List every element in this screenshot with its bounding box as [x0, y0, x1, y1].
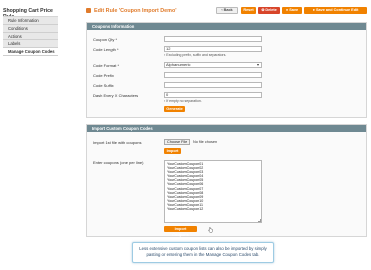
save-and-continue-button[interactable]: ●Save and Continue Edit	[304, 7, 367, 14]
import-file-label: Import 1st file with coupons	[93, 140, 142, 145]
hand-cursor-icon	[208, 227, 213, 233]
code-format-select[interactable]: Alphanumeric ▾	[164, 62, 262, 68]
code-format-label: Code Format *	[93, 63, 120, 68]
coupons-textarea[interactable]: YourCustomCoupon01 YourCustomCoupon02 Yo…	[164, 160, 262, 223]
import-coupons-section: Import Custom Coupon Codes Import 1st fi…	[86, 124, 367, 237]
sidebar-item-conditions[interactable]: Conditions	[3, 24, 58, 33]
dash-every-hint: ▪If empty no separation.	[164, 99, 202, 103]
page-header: Edit Rule 'Coupon Import Demo' ‹Back Res…	[86, 3, 367, 18]
save-button[interactable]: ●Save	[282, 7, 302, 14]
coupon-line: YourCustomCoupon12	[167, 207, 204, 212]
sidebar-item-labels[interactable]: Labels	[3, 40, 58, 49]
dash-every-input[interactable]: 0	[164, 92, 262, 98]
code-length-input[interactable]: 12	[164, 46, 262, 52]
chevron-down-icon: ▾	[256, 62, 259, 67]
code-prefix-label: Code Prefix	[93, 73, 114, 78]
coupon-qty-input[interactable]	[164, 36, 262, 42]
page-title: Edit Rule 'Coupon Import Demo'	[94, 8, 177, 14]
code-length-hint: ▪Excluding prefix, suffix and separators…	[164, 53, 226, 57]
sidebar-item-actions[interactable]: Actions	[3, 32, 58, 41]
section-heading: Import Custom Coupon Codes	[87, 125, 366, 132]
save-button-label: Save	[289, 8, 299, 12]
generate-button[interactable]: Generate	[164, 106, 185, 112]
code-length-hint-text: Excluding prefix, suffix and separators.	[166, 53, 227, 57]
delete-icon: ⊗	[261, 8, 265, 12]
file-status: No file chosen	[193, 140, 218, 144]
choose-file-button[interactable]: Choose File	[164, 139, 191, 145]
resize-grip-icon[interactable]	[258, 219, 261, 222]
code-length-label: Code Length *	[93, 47, 119, 52]
dash-every-label: Dash Every X Characters	[93, 93, 139, 98]
coupons-information-section: Coupons Information Coupon Qty * Code Le…	[86, 22, 367, 118]
sidebar: Shopping Cart Price Rule Rule Informatio…	[0, 0, 58, 270]
code-suffix-label: Code Suffix	[93, 83, 114, 88]
save-icon: ●	[312, 8, 315, 12]
page-icon	[86, 8, 91, 13]
reset-button[interactable]: Reset	[241, 7, 256, 14]
sidebar-item-manage-coupon-codes[interactable]: Manage Coupon Codes	[3, 48, 58, 56]
code-suffix-input[interactable]	[164, 82, 262, 88]
back-button[interactable]: ‹Back	[216, 7, 238, 14]
tooltip-line-2: pasting or entering them in the Manage C…	[146, 252, 260, 257]
code-format-value: Alphanumeric	[166, 62, 191, 67]
import-file-button[interactable]: Import File	[164, 148, 181, 159]
enter-coupons-label: Enter coupons (one per line)	[93, 160, 144, 165]
save-and-continue-label: Save and Continue Edit	[315, 8, 359, 12]
arrow-left-icon: ‹	[221, 8, 223, 12]
delete-button-label: Delete	[265, 8, 277, 12]
delete-button[interactable]: ⊗Delete	[258, 7, 280, 14]
save-icon: ●	[285, 8, 289, 12]
back-button-label: Back	[223, 8, 233, 12]
sidebar-nav: Rule Information Conditions Actions Labe…	[3, 16, 58, 56]
import-coupons-button[interactable]: Import Coupons	[164, 226, 197, 237]
dash-every-hint-text: If empty no separation.	[166, 99, 202, 103]
code-prefix-input[interactable]	[164, 72, 262, 78]
sidebar-item-rule-information[interactable]: Rule Information	[3, 17, 58, 25]
coupon-qty-label: Coupon Qty *	[93, 37, 118, 42]
tooltip-callout: Less extensive custom coupon lists can a…	[132, 242, 274, 263]
section-heading: Coupons Information	[87, 23, 366, 30]
